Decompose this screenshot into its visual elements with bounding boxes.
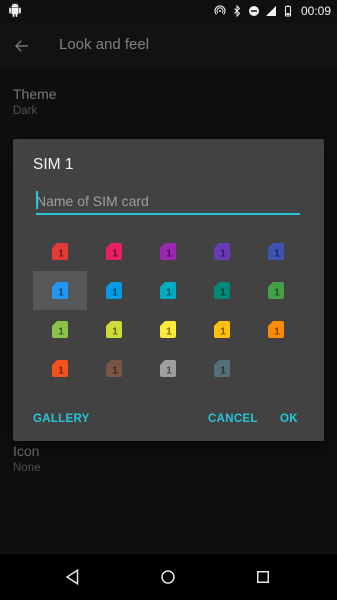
dialog-title: SIM 1 (33, 156, 74, 173)
sim-icon-option[interactable]: 1 (195, 310, 249, 349)
sim-number-label: 1 (112, 288, 118, 299)
sim-icon-option[interactable]: 1 (195, 349, 249, 388)
sim-name-input[interactable] (36, 191, 300, 215)
sim-icon-option[interactable]: 1 (249, 271, 303, 310)
sim-number-label: 1 (58, 288, 64, 299)
sim-number-label: 1 (220, 249, 226, 260)
bluetooth-icon (234, 5, 241, 17)
battery-icon (284, 5, 291, 17)
sim-card-icon: 1 (214, 360, 230, 377)
sim-card-icon: 1 (160, 282, 176, 299)
sim-icon-option[interactable]: 1 (141, 349, 195, 388)
sim-card-icon: 1 (268, 243, 284, 260)
sim-number-label: 1 (58, 366, 64, 377)
sim-number-label: 1 (166, 288, 172, 299)
sim-card-icon: 1 (106, 360, 122, 377)
sim-card-icon: 1 (106, 321, 122, 338)
nav-recents-icon[interactable] (254, 568, 272, 586)
sim-card-icon: 1 (268, 321, 284, 338)
sim-icon-option[interactable]: 1 (87, 349, 141, 388)
sim-card-icon: 1 (214, 243, 230, 260)
hotspot-icon (214, 5, 226, 15)
sim-icon-option[interactable]: 1 (87, 232, 141, 271)
sim-number-label: 1 (166, 327, 172, 338)
sim-number-label: 1 (220, 288, 226, 299)
sim-card-icon: 1 (214, 282, 230, 299)
sim-icon-option[interactable]: 1 (87, 310, 141, 349)
sim-card-icon: 1 (106, 282, 122, 299)
sim-number-label: 1 (166, 249, 172, 260)
sim-number-label: 1 (274, 249, 280, 260)
sim-icon-option[interactable]: 1 (141, 271, 195, 310)
sim-icon-option[interactable]: 1 (33, 310, 87, 349)
sim-card-icon: 1 (214, 321, 230, 338)
clock: 00:09 (300, 4, 331, 18)
signal-icon (265, 6, 276, 16)
sim-card-icon: 1 (52, 282, 68, 299)
sim-card-icon: 1 (106, 243, 122, 260)
gallery-button[interactable]: GALLERY (33, 413, 90, 425)
nav-home-icon[interactable] (159, 568, 177, 586)
sim-number-label: 1 (220, 327, 226, 338)
sim-icon-grid: 1 1 1 1 1 1 1 1 1 1 1 1 1 1 1 1 1 1 1 (33, 232, 308, 388)
sim-card-icon: 1 (52, 360, 68, 377)
sim-icon-option[interactable]: 1 (141, 232, 195, 271)
sim-card-icon: 1 (160, 243, 176, 260)
status-bar: 00:09 (0, 0, 337, 22)
sim-card-icon: 1 (160, 360, 176, 377)
sim-number-label: 1 (112, 366, 118, 377)
sim-number-label: 1 (166, 366, 172, 377)
android-icon (9, 3, 21, 17)
sim-number-label: 1 (274, 327, 280, 338)
sim-number-label: 1 (58, 249, 64, 260)
sim-dialog: SIM 1 1 1 1 1 1 1 1 1 1 1 1 1 1 1 1 1 1 1 1 GALLERY CANCEL… (13, 139, 324, 441)
sim-icon-option[interactable]: 1 (33, 349, 87, 388)
sim-number-label: 1 (112, 249, 118, 260)
sim-card-icon: 1 (52, 243, 68, 260)
sim-card-icon: 1 (160, 321, 176, 338)
sim-icon-option[interactable]: 1 (141, 310, 195, 349)
sim-icon-option[interactable]: 1 (195, 232, 249, 271)
sim-icon-option[interactable]: 1 (195, 271, 249, 310)
sim-number-label: 1 (220, 366, 226, 377)
sim-number-label: 1 (274, 288, 280, 299)
sim-icon-option[interactable]: 1 (33, 232, 87, 271)
sim-number-label: 1 (112, 327, 118, 338)
sim-icon-option[interactable]: 1 (249, 232, 303, 271)
sim-card-icon: 1 (52, 321, 68, 338)
sim-icon-option[interactable]: 1 (33, 271, 87, 310)
sim-number-label: 1 (58, 327, 64, 338)
nav-back-icon[interactable] (64, 568, 82, 586)
sim-icon-option[interactable]: 1 (87, 271, 141, 310)
sim-icon-option[interactable]: 1 (249, 310, 303, 349)
ok-button[interactable]: OK (280, 413, 298, 425)
text-cursor (36, 191, 38, 209)
navigation-bar (0, 554, 337, 600)
do-not-disturb-icon (248, 6, 259, 16)
cancel-button[interactable]: CANCEL (208, 413, 258, 425)
sim-card-icon: 1 (268, 282, 284, 299)
